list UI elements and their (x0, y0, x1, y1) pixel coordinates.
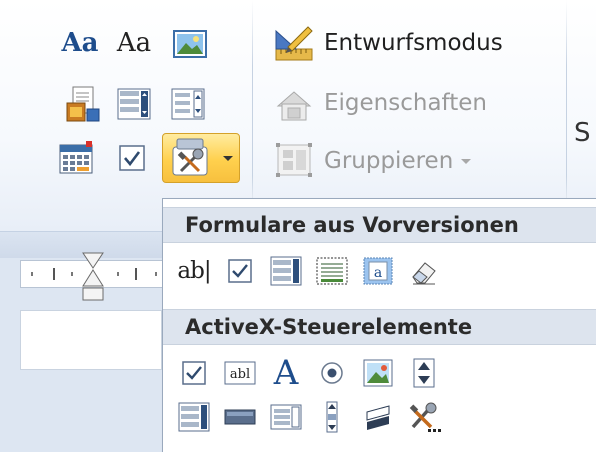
combo-box-icon (270, 256, 302, 286)
activex-controls-header: ActiveX-Steuerelemente (163, 309, 596, 345)
legacy-text-field-button[interactable]: ab| (171, 251, 217, 291)
activex-row-2 (171, 397, 447, 437)
design-mode-icon (275, 26, 313, 61)
design-mode-button[interactable]: Entwurfsmodus (324, 30, 503, 56)
activex-option-button[interactable] (309, 353, 355, 393)
activex-command-button[interactable] (217, 397, 263, 437)
rich-text-label: Aa (61, 28, 99, 58)
activex-list-box-button[interactable] (263, 397, 309, 437)
drop-down-list-control-button[interactable] (166, 84, 210, 124)
date-picker-control-button[interactable] (54, 138, 98, 178)
radio-button-icon (321, 362, 343, 384)
legacy-check-box-button[interactable] (217, 251, 263, 291)
legacy-tools-icon (172, 138, 208, 176)
scroll-bar-icon (326, 401, 338, 433)
field-shading-letter: a (374, 265, 382, 281)
plain-text-label: Aa (116, 28, 152, 58)
activex-row-1: abl A (171, 353, 447, 393)
checkbox-icon (119, 145, 145, 171)
command-button-icon (224, 409, 256, 425)
group-button[interactable]: Gruppieren (324, 148, 472, 174)
reset-form-fields-button[interactable] (401, 251, 447, 291)
combo-box-icon (117, 88, 151, 120)
calendar-icon (59, 141, 93, 174)
more-controls-button[interactable] (401, 397, 447, 437)
activex-combo-box-button[interactable] (171, 397, 217, 437)
legacy-tools-button[interactable] (162, 133, 240, 183)
building-block-icon (66, 86, 100, 122)
activex-spin-button[interactable] (401, 353, 447, 393)
group-separator (566, 0, 567, 220)
group-icon-wrap (272, 140, 316, 180)
text-field-label: ab| (177, 258, 211, 284)
rich-text-control-button[interactable]: Aa (56, 26, 104, 60)
checkbox-icon (228, 259, 252, 283)
activex-scroll-bar-button[interactable] (309, 397, 355, 437)
legacy-forms-row: ab| a (171, 251, 447, 291)
chevron-down-icon (461, 159, 472, 164)
form-field-shading-button[interactable]: a (355, 251, 401, 291)
tools-icon (409, 402, 441, 432)
spin-button-icon (413, 358, 435, 388)
eraser-icon (412, 262, 436, 285)
combo-box-control-button[interactable] (112, 84, 156, 124)
group-button-label: Gruppieren (324, 148, 454, 174)
combo-box-icon (178, 402, 210, 432)
frame-icon (316, 257, 348, 285)
label-glyph: A (273, 353, 299, 393)
text-box-icon: abl (224, 361, 256, 385)
field-shading-icon: a (363, 257, 393, 285)
design-mode-icon-wrap (272, 24, 316, 64)
properties-icon (276, 91, 312, 121)
activex-toggle-button[interactable] (355, 397, 401, 437)
activex-image-button[interactable] (355, 353, 401, 393)
picture-control-button[interactable] (168, 26, 212, 62)
properties-button[interactable]: Eigenschaften (324, 90, 487, 116)
legacy-combo-box-button[interactable] (263, 251, 309, 291)
activex-text-box-button[interactable]: abl (217, 353, 263, 393)
page-area (20, 310, 162, 370)
indent-marker-icon[interactable] (82, 252, 104, 310)
plain-text-control-button[interactable]: Aa (110, 26, 158, 60)
check-box-control-button[interactable] (110, 138, 154, 178)
building-block-button[interactable] (62, 84, 106, 124)
truncated-ribbon-label: S (574, 118, 591, 148)
picture-icon (363, 359, 393, 387)
list-box-icon (270, 404, 302, 430)
legacy-forms-header: Formulare aus Vorversionen (163, 207, 596, 243)
drop-down-list-icon (171, 88, 205, 120)
group-icon (276, 143, 312, 177)
insert-frame-button[interactable] (309, 251, 355, 291)
toggle-button-icon (366, 405, 390, 430)
checkbox-icon (182, 361, 206, 385)
group-separator (252, 0, 253, 220)
text-box-label: abl (230, 367, 250, 382)
chevron-down-icon (223, 156, 233, 161)
properties-icon-wrap (272, 84, 316, 124)
activex-check-box-button[interactable] (171, 353, 217, 393)
picture-icon (173, 30, 207, 58)
activex-label-button[interactable]: A (263, 353, 309, 393)
legacy-tools-dropdown: Formulare aus Vorversionen ab| a ActiveX… (162, 198, 596, 452)
